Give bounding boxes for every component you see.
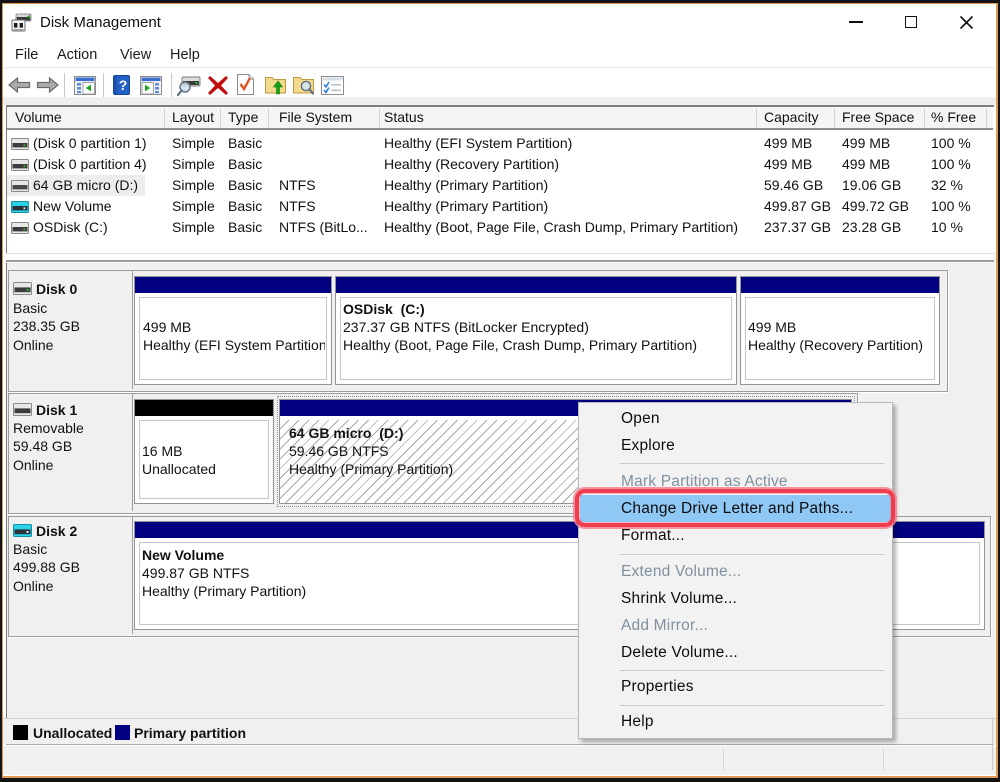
svg-text:?: ? [119, 77, 128, 93]
